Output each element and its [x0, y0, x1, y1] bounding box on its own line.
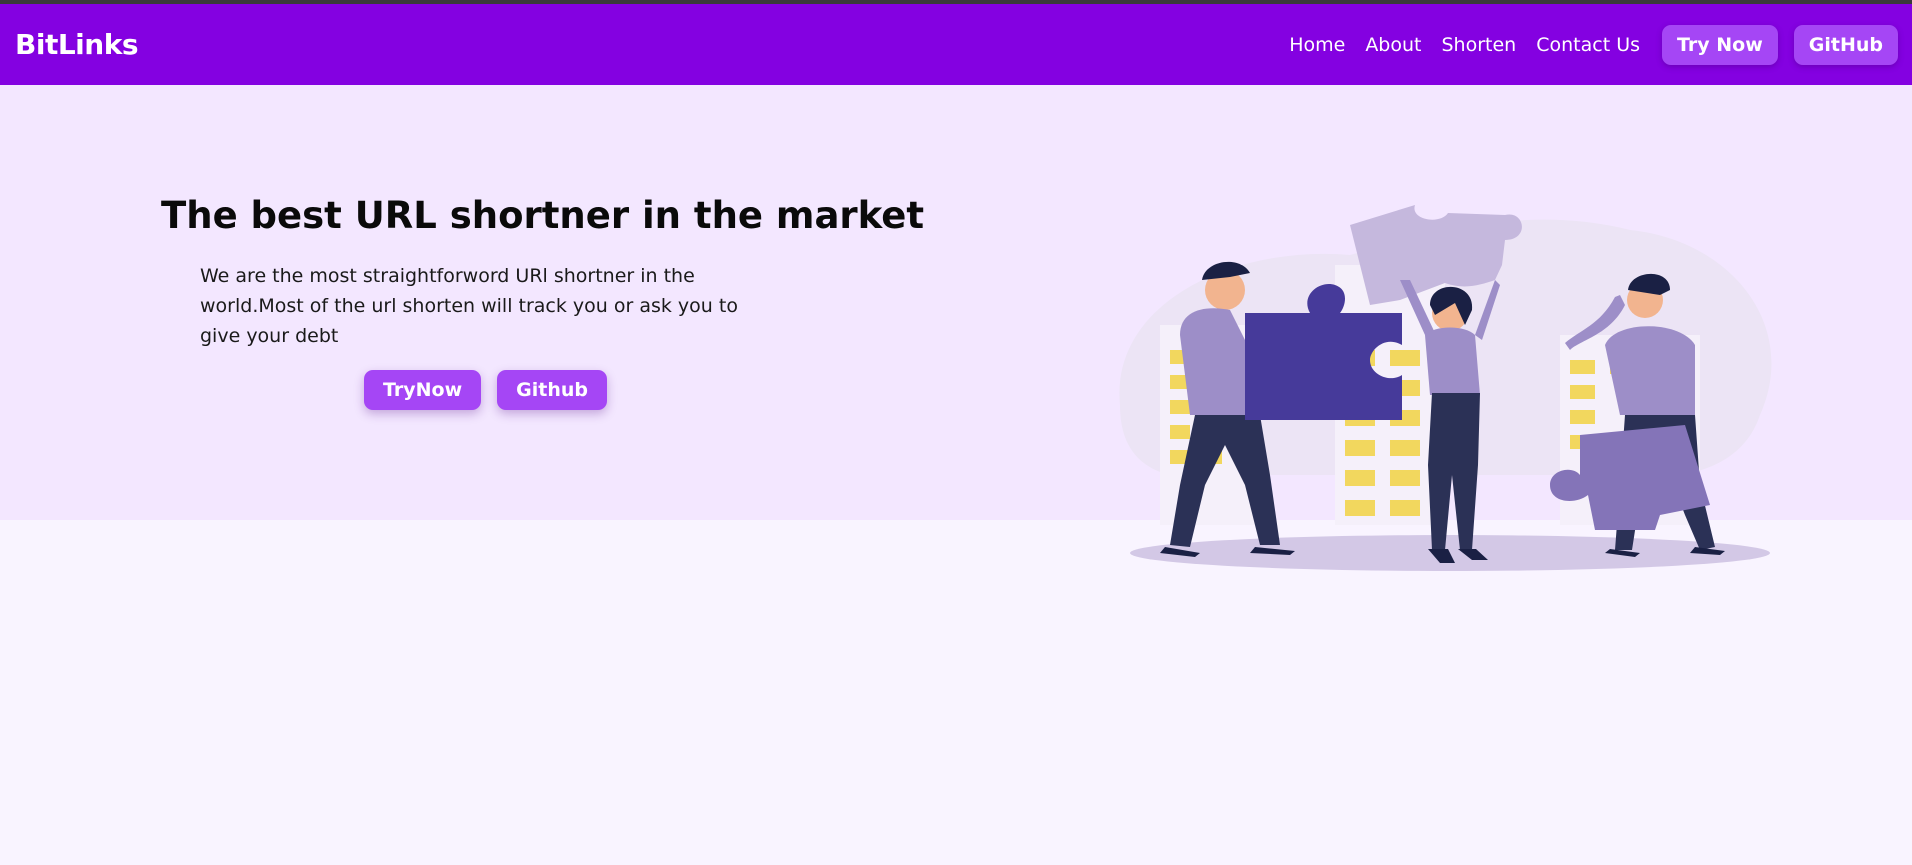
brand-logo[interactable]: BitLinks — [15, 28, 138, 61]
hero-title: The best URL shortner in the market — [161, 194, 925, 237]
nav-link-contact-us[interactable]: Contact Us — [1536, 34, 1640, 56]
nav-link-shorten[interactable]: Shorten — [1442, 34, 1517, 56]
nav-link-home[interactable]: Home — [1289, 34, 1345, 56]
nav-link-about[interactable]: About — [1365, 34, 1421, 56]
hero-try-now-button[interactable]: TryNow — [364, 370, 482, 410]
hero-section: The best URL shortner in the market We a… — [0, 85, 1912, 571]
hero-buttons: TryNow Github — [364, 370, 607, 410]
hero-github-button[interactable]: Github — [497, 370, 607, 410]
navbar: BitLinks Home About Shorten Contact Us T… — [0, 4, 1912, 85]
hero-description: We are the most straightforword URl shor… — [200, 265, 738, 347]
nav-github-button[interactable]: GitHub — [1793, 24, 1898, 65]
nav-links: Home About Shorten Contact Us Try Now Gi… — [1289, 24, 1898, 65]
nav-try-now-button[interactable]: Try Now — [1662, 24, 1778, 65]
team-puzzle-illustration-icon — [1119, 205, 1772, 571]
